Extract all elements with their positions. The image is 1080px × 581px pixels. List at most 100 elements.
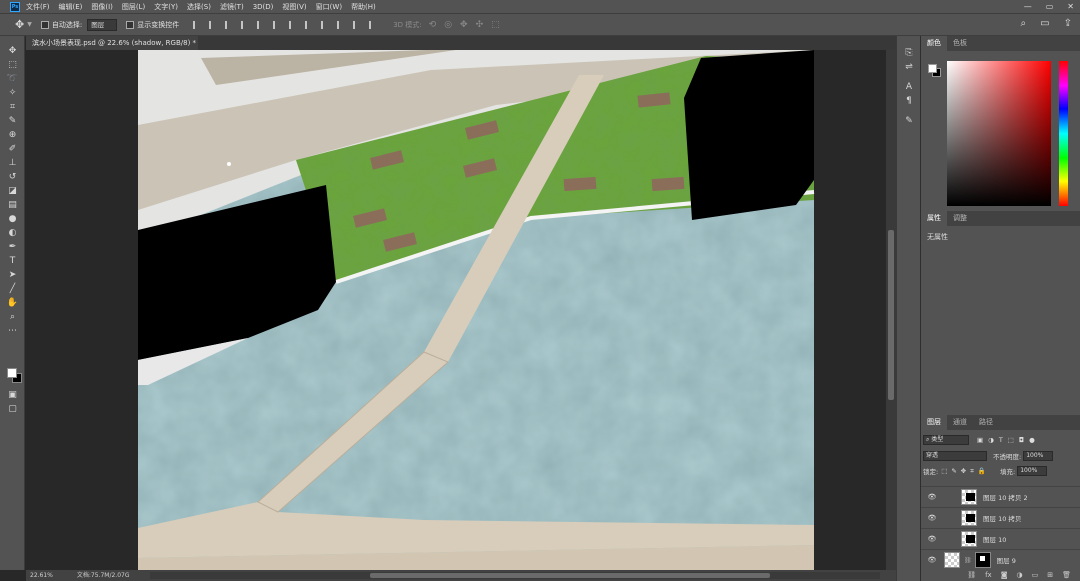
tab-properties[interactable]: 属性 xyxy=(921,211,947,226)
link-icon[interactable]: ⛓ xyxy=(964,557,972,564)
layer-mask-thumbnail[interactable] xyxy=(974,552,991,568)
move-tool-preset-icon[interactable]: ✥ xyxy=(15,18,24,31)
history-brush-icon[interactable]: ↺ xyxy=(0,170,25,184)
maximize-icon[interactable]: ▭ xyxy=(1046,0,1054,13)
minimize-icon[interactable]: — xyxy=(1024,0,1032,13)
tab-color[interactable]: 颜色 xyxy=(921,36,947,51)
distribute-left-icon[interactable] xyxy=(337,20,345,29)
blend-mode-dropdown[interactable]: 穿透 xyxy=(923,451,987,461)
auto-align-icon[interactable] xyxy=(369,20,377,29)
horizontal-scroll-thumb[interactable] xyxy=(370,573,770,578)
menu-3d[interactable]: 3D(D) xyxy=(253,3,274,11)
tab-swatches[interactable]: 色板 xyxy=(947,36,973,51)
fill-input[interactable]: 100% xyxy=(1017,466,1048,476)
distribute-top-icon[interactable] xyxy=(289,20,297,29)
more-tools-icon[interactable]: ⋯ xyxy=(0,324,25,338)
quick-mask-icon[interactable]: ▣ xyxy=(0,388,25,402)
tab-channels[interactable]: 通道 xyxy=(947,415,973,430)
lock-icons[interactable]: ⬚✎✥⌗🔒 xyxy=(941,467,990,476)
close-icon[interactable]: ✕ xyxy=(1067,0,1074,13)
healing-brush-icon[interactable]: ⊕ xyxy=(0,128,25,142)
align-top-icon[interactable] xyxy=(241,20,249,29)
align-left-icon[interactable] xyxy=(193,20,201,29)
vertical-scrollbar[interactable] xyxy=(886,50,896,570)
marquee-tool-icon[interactable]: ⬚ xyxy=(0,58,25,72)
stamp-tool-icon[interactable]: ⊥ xyxy=(0,156,25,170)
screen-mode-icon[interactable]: ▢ xyxy=(0,402,25,416)
eraser-icon[interactable]: ◪ xyxy=(0,184,25,198)
align-hcenter-icon[interactable] xyxy=(209,20,217,29)
vertical-scroll-thumb[interactable] xyxy=(888,230,894,400)
eyedropper-icon[interactable]: ✎ xyxy=(0,114,25,128)
horizontal-scrollbar[interactable] xyxy=(150,572,880,579)
brush-tool-icon[interactable]: ✐ xyxy=(0,142,25,156)
menu-type[interactable]: 文字(Y) xyxy=(154,2,178,12)
opacity-input[interactable]: 100% xyxy=(1023,451,1054,461)
paragraph-panel-icon[interactable]: ¶ xyxy=(897,94,921,108)
canvas-area[interactable] xyxy=(26,50,886,570)
slide-3d-icon[interactable]: ✣ xyxy=(476,20,484,30)
layer-name[interactable]: 图层 10 拷贝 xyxy=(983,513,1021,523)
layer-filter-icons[interactable]: ▣◑T⬚◘ xyxy=(977,436,1029,444)
workspace-icon[interactable]: ▭ xyxy=(1040,18,1049,29)
search-icon[interactable]: ⌕ xyxy=(1021,18,1027,29)
move-tool-icon[interactable]: ✥ xyxy=(0,44,25,58)
layer-row[interactable]: 👁 图层 10 拷贝 2 xyxy=(921,486,1080,507)
show-transform-checkbox[interactable] xyxy=(126,20,135,29)
distribute-hcenter-icon[interactable] xyxy=(353,20,361,29)
menu-image[interactable]: 图像(I) xyxy=(91,2,113,12)
zoom-level[interactable]: 22.61% xyxy=(30,570,53,581)
scale-3d-icon[interactable]: ⬚ xyxy=(491,20,500,30)
delete-layer-icon[interactable]: 🗑 xyxy=(1062,569,1071,581)
lasso-tool-icon[interactable]: ➰ xyxy=(0,72,25,86)
chevron-down-icon[interactable]: ▼ xyxy=(27,21,32,28)
menu-view[interactable]: 视图(V) xyxy=(282,2,306,12)
filter-toggle-icon[interactable]: ● xyxy=(1029,436,1035,444)
type-tool-icon[interactable]: T xyxy=(0,254,25,268)
align-bottom-icon[interactable] xyxy=(273,20,281,29)
eye-icon[interactable]: 👁 xyxy=(925,493,939,501)
gradient-tool-icon[interactable]: ▤ xyxy=(0,198,25,212)
layer-style-icon[interactable]: fx xyxy=(985,569,992,581)
eye-icon[interactable]: 👁 xyxy=(925,514,939,522)
crop-tool-icon[interactable]: ⌗ xyxy=(0,100,25,114)
tab-paths[interactable]: 路径 xyxy=(973,415,999,430)
layer-row[interactable]: 👁 ⛓ 图层 9 xyxy=(921,549,1080,570)
adjustment-layer-icon[interactable]: ◑ xyxy=(1017,569,1023,581)
tool-presets-icon[interactable]: ✎ xyxy=(897,114,921,128)
character-panel-icon[interactable]: A xyxy=(897,80,921,94)
magic-wand-icon[interactable]: ✧ xyxy=(0,86,25,100)
tab-layers[interactable]: 图层 xyxy=(921,415,947,430)
new-layer-icon[interactable]: ⊞ xyxy=(1047,569,1053,581)
dodge-tool-icon[interactable]: ◐ xyxy=(0,226,25,240)
menu-help[interactable]: 帮助(H) xyxy=(351,2,376,12)
orbit-3d-icon[interactable]: ⟲ xyxy=(429,20,437,30)
layer-row[interactable]: 👁 图层 10 拷贝 xyxy=(921,507,1080,528)
color-saturation-field[interactable] xyxy=(947,61,1051,206)
layer-row[interactable]: 👁 图层 10 xyxy=(921,528,1080,549)
share-icon[interactable]: ⇪ xyxy=(1064,18,1072,29)
layer-name[interactable]: 图层 10 拷贝 2 xyxy=(983,492,1028,502)
add-mask-icon[interactable]: ◙ xyxy=(1001,569,1008,581)
layer-name[interactable]: 图层 9 xyxy=(997,555,1016,565)
hue-slider[interactable] xyxy=(1059,61,1068,206)
auto-select-checkbox[interactable] xyxy=(40,20,49,29)
foreground-color-swatch[interactable] xyxy=(7,368,17,378)
zoom-tool-icon[interactable]: ⌕ xyxy=(0,310,25,324)
align-right-icon[interactable] xyxy=(225,20,233,29)
layer-name[interactable]: 图层 10 xyxy=(983,534,1006,544)
menu-select[interactable]: 选择(S) xyxy=(187,2,211,12)
distribute-bottom-icon[interactable] xyxy=(321,20,329,29)
menu-edit[interactable]: 编辑(E) xyxy=(59,2,83,12)
link-layers-icon[interactable]: ⛓ xyxy=(967,569,976,581)
roll-3d-icon[interactable]: ◎ xyxy=(444,20,452,30)
line-tool-icon[interactable]: ╱ xyxy=(0,282,25,296)
pen-tool-icon[interactable]: ✒ xyxy=(0,240,25,254)
layer-filter-kind[interactable]: ⌕ 类型 xyxy=(923,435,969,445)
align-vcenter-icon[interactable] xyxy=(257,20,265,29)
menu-layer[interactable]: 图层(L) xyxy=(122,2,145,12)
path-select-icon[interactable]: ➤ xyxy=(0,268,25,282)
hand-tool-icon[interactable]: ✋ xyxy=(0,296,25,310)
adjustments-panel-icon[interactable]: ⇌ xyxy=(897,60,921,74)
document-tab[interactable]: 滨水小场景表现.psd @ 22.6% (shadow, RGB/8) * × xyxy=(26,36,198,50)
